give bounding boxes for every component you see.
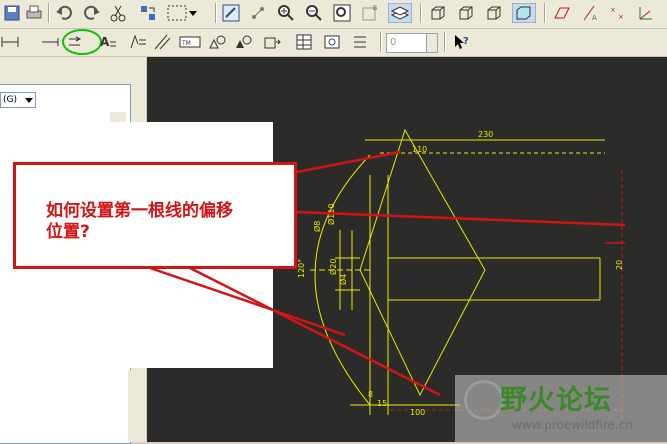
- callout-line: [296, 210, 626, 227]
- question-text: 如何设置第一根线的偏移 位置?: [46, 201, 233, 242]
- dim-label: 15: [377, 399, 387, 408]
- dim-label: 230: [478, 130, 493, 139]
- dim-label: 8: [368, 390, 373, 399]
- dim-label: 120°: [297, 259, 306, 278]
- dim-label: 100: [410, 408, 425, 417]
- dim-label: Ø4: [338, 274, 348, 285]
- watermark-url: www.proewildfire.cn: [512, 418, 633, 432]
- watermark-title: 野火论坛: [500, 385, 612, 416]
- question-callout: 如何设置第一根线的偏移 位置?: [13, 162, 297, 269]
- dim-label: Ø20: [328, 259, 338, 275]
- dim-label: 20: [615, 260, 624, 270]
- dim-label: Ø8: [312, 221, 322, 232]
- callout-line: [296, 150, 401, 174]
- watermark-logo: [464, 380, 504, 420]
- dim-label: 110: [412, 145, 427, 154]
